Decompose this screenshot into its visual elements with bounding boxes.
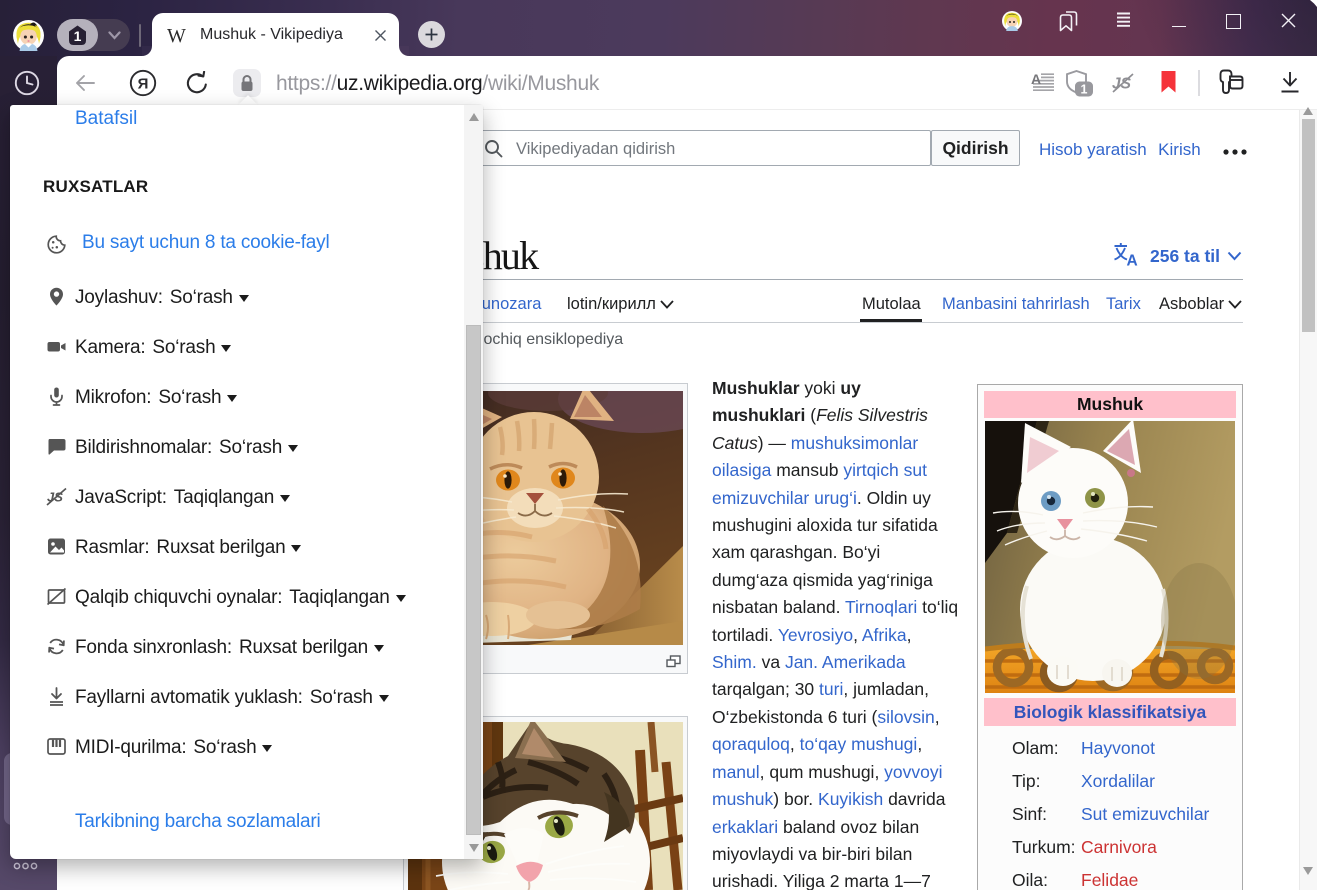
- svg-text:A: A: [1127, 253, 1138, 268]
- svg-text:1: 1: [1081, 82, 1088, 96]
- svg-text:A: A: [1031, 71, 1041, 87]
- svg-text:1: 1: [74, 28, 82, 44]
- svg-text:Я: Я: [138, 76, 149, 93]
